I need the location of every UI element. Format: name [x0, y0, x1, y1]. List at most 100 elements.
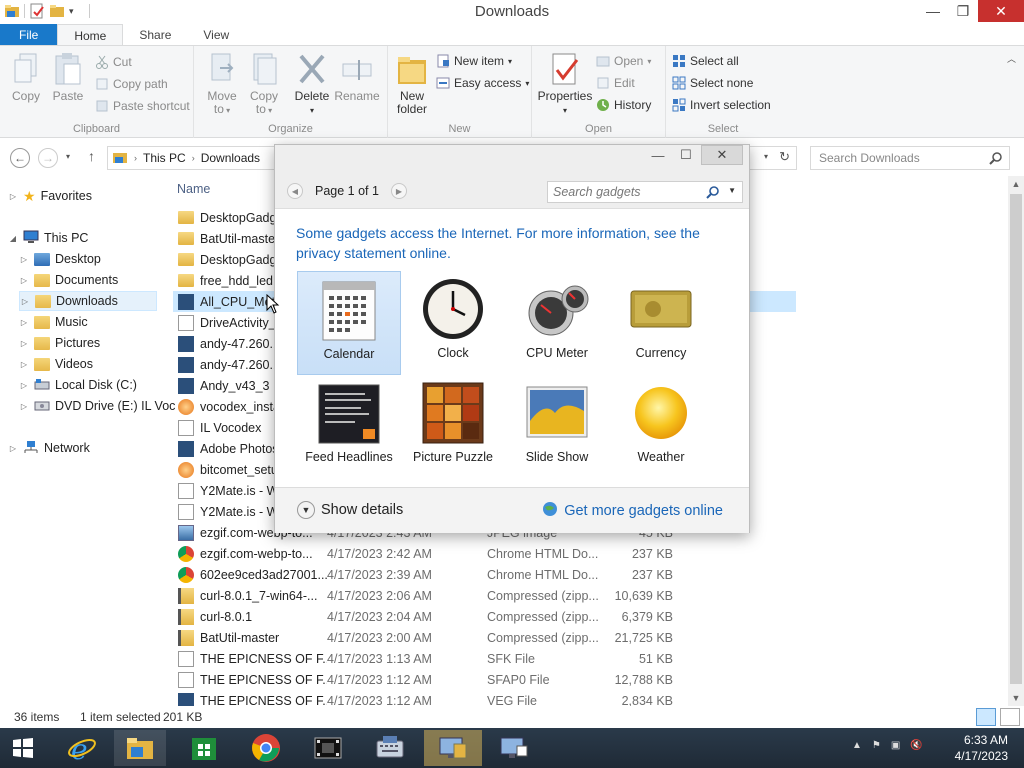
- expand-icon[interactable]: ▷: [19, 339, 29, 348]
- new-folder-button[interactable]: New folder: [392, 52, 432, 116]
- close-button[interactable]: ✕: [978, 0, 1024, 22]
- taskbar-keyboard-app[interactable]: [364, 730, 416, 766]
- restore-button[interactable]: ❐: [948, 0, 978, 22]
- gadget-picture-puzzle[interactable]: Picture Puzzle: [401, 375, 505, 479]
- tab-view[interactable]: View: [187, 24, 245, 45]
- select-none-button[interactable]: Select none: [672, 74, 753, 92]
- up-button[interactable]: ↑: [88, 148, 95, 164]
- easy-access-button[interactable]: Easy access ▾: [436, 74, 529, 92]
- gadget-cpu-meter[interactable]: CPU Meter: [505, 271, 609, 375]
- scroll-up-icon[interactable]: ▲: [1008, 176, 1024, 192]
- nav-videos[interactable]: ▷ Videos: [19, 354, 93, 374]
- volume-muted-icon[interactable]: 🔇: [910, 740, 922, 751]
- file-row[interactable]: 602ee9ced3ad27001... 4/17/2023 2:39 AM Chr…: [173, 564, 796, 585]
- forward-button[interactable]: →: [38, 148, 58, 168]
- column-header-name[interactable]: Name: [177, 182, 210, 196]
- search-downloads-input[interactable]: Search Downloads: [810, 146, 1010, 170]
- expand-icon[interactable]: ▷: [19, 318, 29, 327]
- new-item-button[interactable]: New item ▾: [436, 52, 512, 70]
- paste-shortcut-button[interactable]: Paste shortcut: [95, 97, 190, 115]
- copy-to-button[interactable]: Copy to ▾: [244, 52, 284, 117]
- expand-icon[interactable]: ▷: [8, 192, 18, 201]
- expand-icon[interactable]: ▷: [19, 360, 29, 369]
- gadget-calendar[interactable]: Calendar: [297, 271, 401, 375]
- taskbar-internet-explorer[interactable]: e: [56, 730, 108, 766]
- gadget-slide-show[interactable]: Slide Show: [505, 375, 609, 479]
- taskbar-gadgets[interactable]: [424, 730, 482, 766]
- rename-button[interactable]: Rename: [334, 52, 380, 103]
- taskbar-clock[interactable]: 6:33 AM 4/17/2023: [955, 732, 1008, 764]
- network-status-icon[interactable]: ▣: [891, 740, 900, 751]
- tab-share[interactable]: Share: [123, 24, 187, 45]
- collapse-icon[interactable]: ◢: [8, 234, 18, 243]
- invert-selection-button[interactable]: Invert selection: [672, 96, 771, 114]
- nav-documents[interactable]: ▷ Documents: [19, 270, 118, 290]
- minimize-button[interactable]: —: [918, 0, 948, 22]
- delete-button[interactable]: Delete ▾: [292, 52, 332, 117]
- taskbar-file-explorer[interactable]: [114, 730, 166, 766]
- previous-page-icon[interactable]: ◀: [287, 183, 303, 199]
- search-gadgets-input[interactable]: Search gadgets ▼: [547, 181, 743, 203]
- copy-path-button[interactable]: Copy path: [95, 75, 168, 93]
- expand-icon[interactable]: ▷: [19, 381, 29, 390]
- show-hidden-icons-icon[interactable]: ▲: [852, 740, 862, 751]
- nav-dvd-drive[interactable]: ▷ DVD Drive (E:) IL Voc: [19, 396, 175, 416]
- move-to-button[interactable]: Move to ▾: [202, 52, 242, 117]
- details-view-icon[interactable]: [976, 708, 996, 726]
- file-row[interactable]: curl-8.0.1_7-win64-... 4/17/2023 2:06 AM C…: [173, 585, 796, 606]
- paste-button[interactable]: Paste: [48, 52, 88, 103]
- file-row[interactable]: THE EPICNESS OF F... 4/17/2023 1:12 AM VEG…: [173, 690, 796, 706]
- expand-icon[interactable]: ▷: [8, 444, 18, 453]
- ribbon-collapse-icon[interactable]: ︿: [1007, 52, 1016, 65]
- nav-music[interactable]: ▷ Music: [19, 312, 88, 332]
- back-button[interactable]: ←: [10, 148, 30, 168]
- nav-local-disk[interactable]: ▷ Local Disk (C:): [19, 375, 137, 395]
- expand-icon[interactable]: ▷: [20, 297, 30, 306]
- breadcrumb-downloads[interactable]: Downloads: [201, 151, 260, 165]
- gadget-weather[interactable]: Weather: [609, 375, 713, 479]
- scroll-down-icon[interactable]: ▼: [1008, 690, 1024, 706]
- file-row[interactable]: BatUtil-master 4/17/2023 2:00 AM Compresse…: [173, 627, 796, 648]
- next-page-icon[interactable]: ▶: [390, 183, 407, 199]
- taskbar-desktop-gadgets[interactable]: [488, 730, 540, 766]
- gadgets-close-button[interactable]: ✕: [701, 145, 743, 165]
- file-row[interactable]: ezgif.com-webp-to... 4/17/2023 2:42 AM Chr…: [173, 543, 796, 564]
- expand-icon[interactable]: ▷: [19, 255, 29, 264]
- address-dropdown-icon[interactable]: ▾: [764, 152, 768, 161]
- copy-button[interactable]: Copy: [6, 52, 46, 103]
- nav-pictures[interactable]: ▷ Pictures: [19, 333, 100, 353]
- file-row[interactable]: curl-8.0.1 4/17/2023 2:04 AM Compressed (z…: [173, 606, 796, 627]
- file-row[interactable]: THE EPICNESS OF F... 4/17/2023 1:12 AM SFA…: [173, 669, 796, 690]
- gadgets-minimize-button[interactable]: —: [643, 145, 673, 165]
- start-button[interactable]: [0, 730, 46, 766]
- nav-desktop[interactable]: ▷ Desktop: [19, 249, 101, 269]
- large-icons-view-icon[interactable]: [1000, 708, 1020, 726]
- select-all-button[interactable]: Select all: [672, 52, 739, 70]
- get-more-gadgets-link[interactable]: Get more gadgets online: [542, 501, 723, 521]
- show-details-button[interactable]: ▼ Show details: [297, 501, 403, 519]
- properties-button[interactable]: Properties ▾: [536, 52, 594, 117]
- open-button[interactable]: Open ▾: [596, 52, 651, 70]
- tab-file[interactable]: File: [0, 24, 58, 45]
- history-button[interactable]: History: [596, 96, 651, 114]
- refresh-icon[interactable]: ↻: [779, 149, 790, 165]
- nav-network[interactable]: ▷ Network: [8, 438, 90, 458]
- breadcrumb-this-pc[interactable]: This PC: [143, 151, 186, 165]
- taskbar-store[interactable]: [178, 730, 230, 766]
- gadget-feed-headlines[interactable]: Feed Headlines: [297, 375, 401, 479]
- gadget-clock[interactable]: Clock: [401, 271, 505, 375]
- taskbar-video-editor[interactable]: [302, 730, 354, 766]
- search-dropdown-icon[interactable]: ▼: [728, 186, 736, 195]
- edit-button[interactable]: Edit: [596, 74, 635, 92]
- internet-notice[interactable]: Some gadgets access the Internet. For mo…: [296, 223, 726, 263]
- vertical-scrollbar[interactable]: ▲ ▼: [1008, 176, 1024, 706]
- scrollbar-thumb[interactable]: [1010, 194, 1022, 684]
- nav-favorites[interactable]: ▷ ★ Favorites: [8, 186, 92, 206]
- expand-icon[interactable]: ▷: [19, 276, 29, 285]
- nav-downloads[interactable]: ▷ Downloads: [19, 291, 157, 311]
- recent-locations-icon[interactable]: ▾: [66, 152, 70, 161]
- gadgets-maximize-button[interactable]: ☐: [673, 145, 699, 165]
- nav-this-pc[interactable]: ◢ This PC: [8, 228, 88, 248]
- search-icon[interactable]: [989, 151, 1003, 168]
- taskbar-chrome[interactable]: [240, 730, 292, 766]
